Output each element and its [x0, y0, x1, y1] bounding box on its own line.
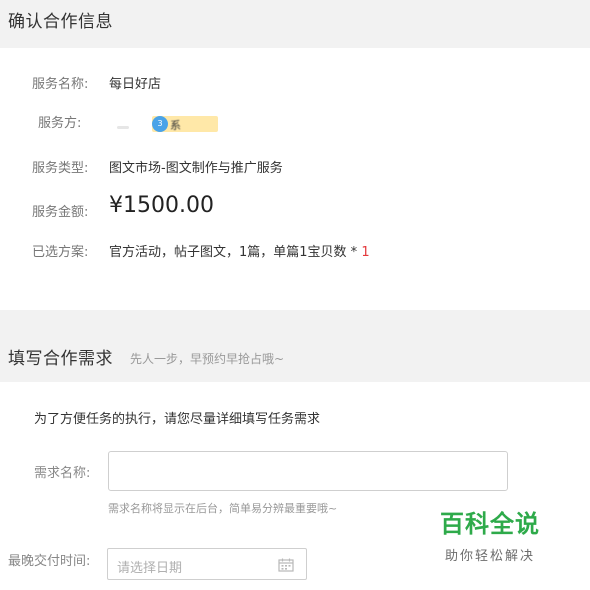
selected-plan-text: 官方活动，帖子图文，1篇，单篇1宝贝数 * — [109, 245, 362, 260]
deadline-date-picker[interactable]: 请选择日期 — [107, 548, 307, 580]
provider-redacted-badge: 3 系 — [152, 116, 218, 132]
service-amount-row: 服务金额: ¥1500.00 — [0, 193, 590, 223]
selected-plan-row: 已选方案: 官方活动，帖子图文，1篇，单篇1宝贝数 * 1 — [0, 238, 590, 262]
service-type-value: 图文市场-图文制作与推广服务 — [109, 161, 283, 176]
provider-name-blurred: 系 — [170, 119, 181, 132]
requirement-section-subtitle: 先人一步，早预约早抢占哦~ — [130, 352, 285, 366]
provider-avatar-icon: 3 — [152, 116, 168, 132]
service-name-value: 每日好店 — [109, 77, 162, 92]
requirement-name-label: 需求名称: — [34, 466, 91, 481]
provider-redacted-mark — [117, 126, 129, 129]
service-provider-row: 服务方: — [0, 109, 590, 133]
confirm-section-header: 确认合作信息 — [0, 0, 590, 48]
deadline-label: 最晚交付时间: — [8, 554, 91, 569]
requirement-section-title: 填写合作需求 — [8, 349, 113, 369]
watermark: 百科全说 助你轻松解决 — [430, 504, 550, 564]
watermark-slogan: 助你轻松解决 — [444, 549, 535, 564]
selected-plan-value: 官方活动，帖子图文，1篇，单篇1宝贝数 * 1 — [109, 241, 370, 260]
requirement-section-header: 填写合作需求 先人一步，早预约早抢占哦~ — [0, 310, 590, 382]
service-amount-value: ¥1500.00 — [109, 193, 214, 218]
calendar-icon[interactable] — [278, 558, 294, 572]
requirement-note: 为了方便任务的执行，请您尽量详细填写任务需求 — [34, 412, 321, 427]
requirement-name-input[interactable] — [108, 451, 508, 491]
watermark-brand: 百科全说 — [440, 510, 540, 538]
confirm-section-title: 确认合作信息 — [8, 12, 113, 32]
selected-plan-quantity: 1 — [361, 245, 370, 260]
deadline-placeholder: 请选择日期 — [117, 561, 183, 576]
requirement-name-hint: 需求名称将显示在后台，简单易分辨最重要哦~ — [108, 502, 338, 515]
service-name-row: 服务名称: 每日好店 — [0, 70, 590, 94]
service-type-row: 服务类型: 图文市场-图文制作与推广服务 — [0, 154, 590, 178]
